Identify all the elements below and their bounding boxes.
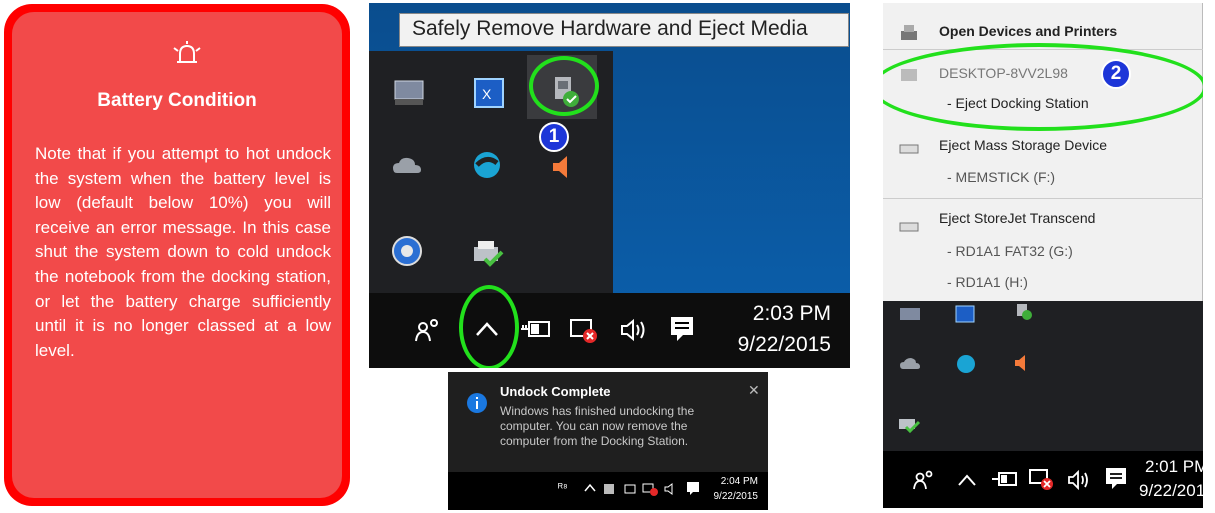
menu-divider (883, 198, 1203, 199)
clock-time[interactable]: 2:03 PM (719, 302, 831, 326)
action-center-icon[interactable] (669, 315, 695, 343)
printer-check-icon[interactable] (897, 413, 921, 435)
clock-time[interactable]: 2:04 PM (700, 476, 758, 487)
action-center-icon[interactable] (1105, 467, 1127, 491)
network-disconnected-icon[interactable] (569, 317, 599, 345)
network-disconnected-icon[interactable] (642, 482, 658, 496)
hidden-icons-flyout (883, 301, 1203, 451)
note-body: Note that if you attempt to hot undock t… (35, 144, 331, 360)
network-disconnected-icon[interactable] (1029, 468, 1055, 492)
tray-screenshot-1: Safely Remove Hardware and Eject Media X (369, 3, 850, 368)
menu-item-eject-mass-storage[interactable]: Eject Mass Storage Device (939, 137, 1107, 153)
volume-icon[interactable] (619, 317, 653, 343)
battery-plug-icon[interactable] (620, 482, 636, 496)
volume-icon[interactable] (664, 482, 680, 496)
highlight-circle (529, 56, 599, 116)
notification-title: Undock Complete (500, 384, 611, 399)
show-hidden-icons-chevron-icon[interactable] (957, 473, 977, 487)
app-window-icon[interactable]: X (473, 77, 505, 109)
drive-icon (899, 143, 919, 155)
alert-bell-icon (172, 40, 202, 70)
speaker-muted-icon[interactable] (1013, 353, 1029, 373)
svg-text:X: X (482, 86, 492, 102)
mini-taskbar: ᴿ⁸ 2:04 PM 9/22/2015 (448, 472, 768, 510)
devices-printers-icon (899, 23, 919, 43)
info-icon (466, 392, 488, 414)
onedrive-cloud-icon[interactable] (899, 357, 921, 371)
control-center-icon[interactable] (391, 235, 423, 267)
menu-item-open-devices[interactable]: Open Devices and Printers (939, 23, 1117, 39)
clock-date[interactable]: 9/22/2015 (699, 333, 831, 357)
menu-item-memstick[interactable]: - MEMSTICK (F:) (947, 169, 1055, 185)
menu-item-eject-storejet[interactable]: Eject StoreJet Transcend (939, 210, 1095, 226)
action-center-icon[interactable] (686, 481, 700, 497)
monitor-icon[interactable] (393, 79, 425, 107)
battery-note-panel: Battery Condition Note that if you attem… (12, 12, 342, 498)
taskbar: 2:01 PM 9/22/201 (883, 451, 1203, 508)
step-badge-1: 1 (539, 122, 569, 152)
close-icon[interactable]: ✕ (748, 382, 760, 399)
taskbar: 2:03 PM 9/22/2015 (369, 293, 850, 368)
app-window-icon[interactable] (955, 305, 975, 323)
onedrive-cloud-icon[interactable] (391, 155, 423, 179)
drive-icon (899, 221, 919, 233)
network-globe-icon[interactable] (955, 353, 977, 375)
clock-date[interactable]: 9/22/2015 (700, 491, 759, 502)
speaker-muted-icon[interactable] (549, 153, 573, 181)
highlight-ellipse (883, 43, 1203, 131)
volume-icon[interactable] (1067, 469, 1095, 491)
people-icon[interactable] (913, 469, 935, 491)
clock-time[interactable]: 2:01 PM (1145, 457, 1203, 477)
battery-plug-icon[interactable] (991, 469, 1019, 489)
highlight-circle-chevron (459, 285, 519, 368)
undock-notification: Undock Complete Windows has finished und… (448, 372, 768, 510)
note-title: Battery Condition (97, 90, 257, 111)
monitor-icon[interactable] (899, 307, 921, 321)
clock-date[interactable]: 9/22/201 (1139, 481, 1203, 501)
menu-item-rd1a1-fat32[interactable]: - RD1A1 FAT32 (G:) (947, 243, 1073, 259)
printer-check-icon[interactable] (471, 239, 505, 269)
tray-screenshot-2: Open Devices and Printers DESKTOP-8VV2L9… (883, 3, 1203, 508)
chevron-up-icon[interactable] (584, 482, 596, 492)
people-icon[interactable]: ᴿ⁸ (558, 482, 568, 494)
battery-plug-icon[interactable] (519, 317, 553, 341)
tooltip: Safely Remove Hardware and Eject Media (399, 13, 849, 47)
dock-icon[interactable] (602, 482, 616, 496)
people-icon[interactable] (415, 317, 441, 343)
safely-remove-hardware-icon[interactable] (1013, 303, 1033, 321)
network-globe-icon[interactable] (471, 149, 503, 181)
menu-item-rd1a1[interactable]: - RD1A1 (H:) (947, 274, 1028, 290)
step-badge-2: 2 (1101, 59, 1131, 89)
notification-body: Windows has finished undocking the compu… (500, 404, 695, 448)
battery-note-card: Battery Condition Note that if you attem… (4, 4, 350, 506)
